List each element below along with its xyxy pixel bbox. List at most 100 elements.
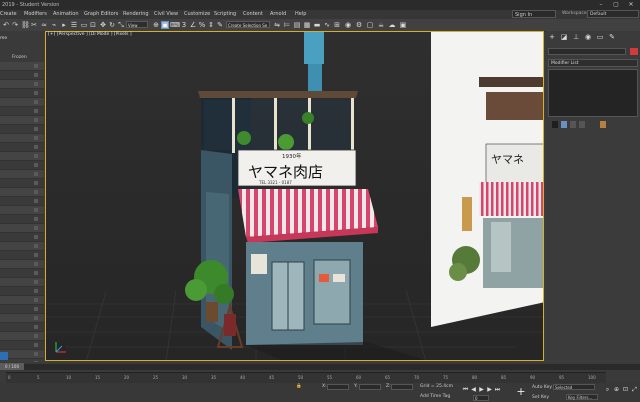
next-frame-icon[interactable]: ▶: [486, 386, 493, 393]
scene-object-row[interactable]: [0, 305, 44, 314]
freeze-toggle-icon[interactable]: [34, 298, 38, 302]
toggle-scene-explorer-icon[interactable]: ▤: [293, 21, 301, 29]
utilities-tab-icon[interactable]: ✎: [608, 33, 616, 41]
scene-object-row[interactable]: [0, 242, 44, 251]
close-button[interactable]: ✕: [624, 1, 638, 9]
scene-object-row[interactable]: [0, 197, 44, 206]
menu-scripting[interactable]: Scripting: [214, 11, 236, 17]
set-key-button[interactable]: Set Key: [532, 395, 549, 400]
freeze-toggle-icon[interactable]: [34, 226, 38, 230]
scene-object-row[interactable]: [0, 314, 44, 323]
previous-frame-icon[interactable]: ◀: [470, 386, 477, 393]
schematic-view-icon[interactable]: ⊞: [333, 21, 341, 29]
freeze-toggle-icon[interactable]: [34, 145, 38, 149]
scene-object-row[interactable]: [0, 332, 44, 341]
bind-icon[interactable]: ≈: [40, 21, 48, 29]
freeze-toggle-icon[interactable]: [34, 352, 38, 356]
maximize-viewport-icon[interactable]: ⤢: [631, 386, 638, 393]
menu-create[interactable]: Create: [0, 11, 17, 17]
scene-object-row[interactable]: [0, 179, 44, 188]
scene-object-row[interactable]: [0, 188, 44, 197]
scene-object-row[interactable]: [0, 215, 44, 224]
y-coordinate-field[interactable]: [359, 384, 381, 390]
scene-object-row[interactable]: [0, 161, 44, 170]
z-coordinate-field[interactable]: [391, 384, 413, 390]
scene-object-row[interactable]: [0, 134, 44, 143]
make-unique-icon[interactable]: [570, 121, 576, 128]
freeze-toggle-icon[interactable]: [34, 154, 38, 158]
render-icon[interactable]: ☕: [377, 21, 385, 29]
select-object-icon[interactable]: ▸: [60, 21, 68, 29]
menu-rendering[interactable]: Rendering: [123, 11, 149, 17]
freeze-toggle-icon[interactable]: [34, 343, 38, 347]
lock-selection-icon[interactable]: 🔒: [296, 384, 302, 389]
viewport-label[interactable]: [+] [Perspective ] [Di Mode ] [Pixels ]: [48, 32, 132, 37]
maximize-button[interactable]: ▢: [609, 1, 623, 9]
object-color-swatch[interactable]: [630, 48, 638, 55]
link-icon[interactable]: ⛓: [21, 21, 30, 29]
render-online-icon[interactable]: ▣: [399, 21, 407, 29]
freeze-toggle-icon[interactable]: [34, 163, 38, 167]
freeze-toggle-icon[interactable]: [34, 307, 38, 311]
scene-object-row[interactable]: [0, 98, 44, 107]
select-manipulate-icon[interactable]: ▣: [161, 21, 169, 29]
filter-icon[interactable]: ⌁: [50, 21, 58, 29]
minimize-button[interactable]: –: [594, 1, 608, 9]
freeze-toggle-icon[interactable]: [34, 208, 38, 212]
remove-modifier-icon[interactable]: [579, 121, 585, 128]
scene-object-row[interactable]: [0, 170, 44, 179]
scene-object-row[interactable]: [0, 269, 44, 278]
sign-in-dropdown[interactable]: Sign In: [512, 10, 556, 18]
rect-select-icon[interactable]: ▭: [80, 21, 88, 29]
add-time-tag-button[interactable]: Add Time Tag: [420, 394, 450, 399]
motion-tab-icon[interactable]: ◉: [584, 33, 592, 41]
configure-modifier-sets-icon[interactable]: [600, 121, 606, 128]
scene-object-row[interactable]: [0, 62, 44, 71]
unlink-icon[interactable]: ✂: [30, 21, 38, 29]
window-crossing-icon[interactable]: ⊡: [89, 21, 97, 29]
rotate-icon[interactable]: ↻: [108, 21, 116, 29]
rendered-frame-icon[interactable]: ▢: [366, 21, 374, 29]
show-end-result-icon[interactable]: [561, 121, 567, 128]
key-filters-button[interactable]: Key Filters...: [566, 394, 598, 400]
menu-arnold[interactable]: Arnold: [270, 11, 286, 17]
pivot-icon[interactable]: ⊕: [152, 21, 160, 29]
scene-object-row[interactable]: [0, 323, 44, 332]
freeze-toggle-icon[interactable]: [34, 334, 38, 338]
menu-customize[interactable]: Customize: [184, 11, 210, 17]
scene-object-row[interactable]: [0, 206, 44, 215]
freeze-toggle-icon[interactable]: [34, 271, 38, 275]
scene-object-row[interactable]: [0, 80, 44, 89]
align-icon[interactable]: ⊨: [283, 21, 291, 29]
scene-object-row[interactable]: [0, 143, 44, 152]
freeze-toggle-icon[interactable]: [34, 136, 38, 140]
selection-mode-dropdown[interactable]: Selected: [553, 384, 595, 390]
current-frame-field[interactable]: 0: [473, 395, 489, 401]
freeze-toggle-icon[interactable]: [34, 181, 38, 185]
scene-object-row[interactable]: [0, 71, 44, 80]
modifier-stack[interactable]: [548, 69, 638, 117]
curve-editor-icon[interactable]: ∿: [323, 21, 331, 29]
scale-icon[interactable]: ⤡: [117, 21, 125, 29]
reference-coordinate-dropdown[interactable]: View: [126, 21, 148, 28]
go-to-start-icon[interactable]: ⏮: [462, 386, 469, 393]
menu-animation[interactable]: Animation: [53, 11, 79, 17]
menu-help[interactable]: Help: [295, 11, 306, 17]
menu-graph-editors[interactable]: Graph Editors: [84, 11, 118, 17]
freeze-toggle-icon[interactable]: [34, 64, 38, 68]
freeze-toggle-icon[interactable]: [34, 244, 38, 248]
freeze-toggle-icon[interactable]: [34, 253, 38, 257]
scene-object-row[interactable]: [0, 107, 44, 116]
undo-icon[interactable]: ↶: [2, 21, 10, 29]
display-tab-icon[interactable]: ▭: [596, 33, 604, 41]
scene-object-row[interactable]: [0, 278, 44, 287]
auto-key-button[interactable]: Auto Key: [532, 385, 552, 390]
freeze-toggle-icon[interactable]: [34, 289, 38, 293]
menu-content[interactable]: Content: [243, 11, 263, 17]
freeze-toggle-icon[interactable]: [34, 82, 38, 86]
freeze-toggle-icon[interactable]: [34, 73, 38, 77]
modify-tab-icon[interactable]: ◪: [560, 33, 568, 41]
zoom-icon[interactable]: ⌕: [604, 386, 611, 393]
snap-toggle-icon[interactable]: 3: [180, 21, 188, 29]
freeze-toggle-icon[interactable]: [34, 91, 38, 95]
